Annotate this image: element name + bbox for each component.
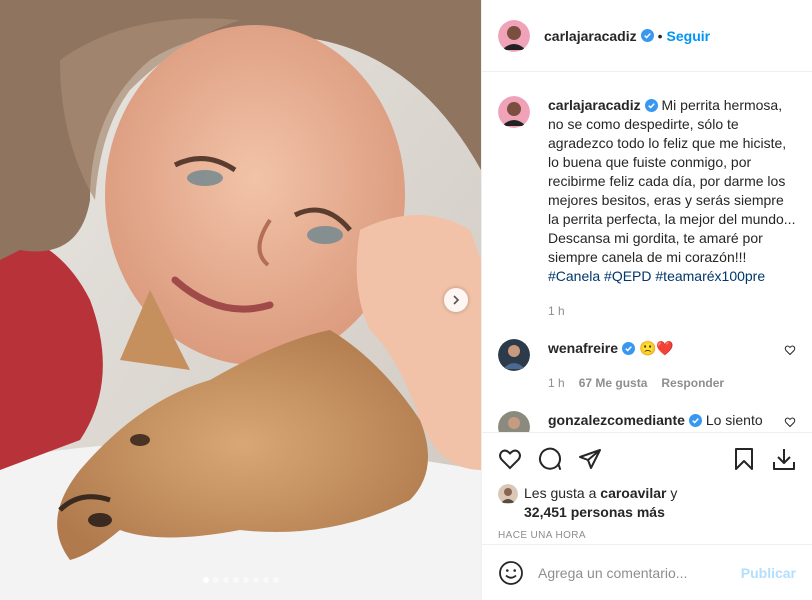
carousel-dot [212,577,219,583]
like-button[interactable] [490,439,530,479]
reply-button[interactable]: Responder [661,374,724,393]
likes-and: y [670,485,678,501]
bookmark-icon [735,447,753,470]
comment-button[interactable] [530,439,570,479]
comment-likes[interactable]: 67 Me gusta [579,374,648,393]
verified-badge-icon [644,99,658,112]
download-button[interactable] [764,439,804,479]
caption-username[interactable]: carlajaracadiz [548,97,641,113]
commenter-avatar[interactable] [498,411,530,432]
comment-username[interactable]: wenafreire [548,340,618,356]
comments-list[interactable]: carlajaracadiz Mi perrita hermosa, no se… [482,72,812,432]
caption-text: Mi perrita hermosa, no se como despedirt… [548,97,796,265]
author-avatar[interactable] [498,19,530,52]
emoji-icon[interactable] [498,560,524,586]
likes-summary: Les gusta a caroavilar y 32,451 personas… [482,484,812,522]
comment-time[interactable]: 1 h [548,374,565,393]
comment-icon [539,447,562,470]
publish-button[interactable]: Publicar [741,565,796,581]
post-timestamp[interactable]: Hace una hora [482,530,812,541]
liker-avatar[interactable] [498,484,518,504]
download-icon [773,448,795,470]
instagram-post: carlajaracadiz • Seguir carlajaracadiz M… [0,0,812,600]
comment-like-heart-icon[interactable] [784,344,796,356]
comment-item: gonzalezcomediante Lo siento mucho Carli… [498,411,796,432]
share-icon [579,448,601,469]
carousel-dot [242,577,249,583]
post-side-panel: carlajaracadiz • Seguir carlajaracadiz M… [481,0,812,600]
author-username[interactable]: carlajaracadiz [544,28,637,44]
save-button[interactable] [724,439,764,479]
share-button[interactable] [570,439,610,479]
comment-item: wenafreire 🙁❤️ 1 h 67 Me gusta Responder [498,339,796,393]
caption-hashtags[interactable]: #Canela #QEPD #teamaréx100pre [548,268,765,284]
carousel-next-button[interactable] [444,288,468,312]
action-bar [482,432,812,484]
carousel-dot [232,577,239,583]
caption-avatar[interactable] [498,96,530,128]
comment-input[interactable] [538,564,741,581]
liker-username[interactable]: caroavilar [600,485,666,501]
chevron-right-icon [453,295,460,305]
comment-username[interactable]: gonzalezcomediante [548,412,685,428]
likes-others[interactable]: 32,451 personas más [524,504,665,520]
post-photo [0,0,481,600]
comment-like-heart-icon[interactable] [784,416,796,428]
add-comment-bar: Publicar [482,544,812,600]
carousel-dot [272,577,279,583]
carousel-dot [252,577,259,583]
verified-badge-icon [622,342,636,355]
caption: carlajaracadiz Mi perrita hermosa, no se… [498,96,796,321]
carousel-dot [202,577,209,583]
post-media[interactable] [0,0,481,600]
caption-time[interactable]: 1 h [548,302,565,321]
carousel-indicator [0,577,481,583]
header-separator: • [657,27,663,44]
verified-badge-icon [640,29,654,42]
verified-badge-icon [688,414,702,427]
follow-button[interactable]: Seguir [667,28,711,44]
heart-icon [499,449,521,469]
likes-prefix: Les gusta a [524,485,597,501]
comment-text: 🙁❤️ [638,340,674,356]
commenter-avatar[interactable] [498,339,530,371]
carousel-dot [222,577,229,583]
carousel-dot [262,577,269,583]
post-header: carlajaracadiz • Seguir [482,0,812,72]
